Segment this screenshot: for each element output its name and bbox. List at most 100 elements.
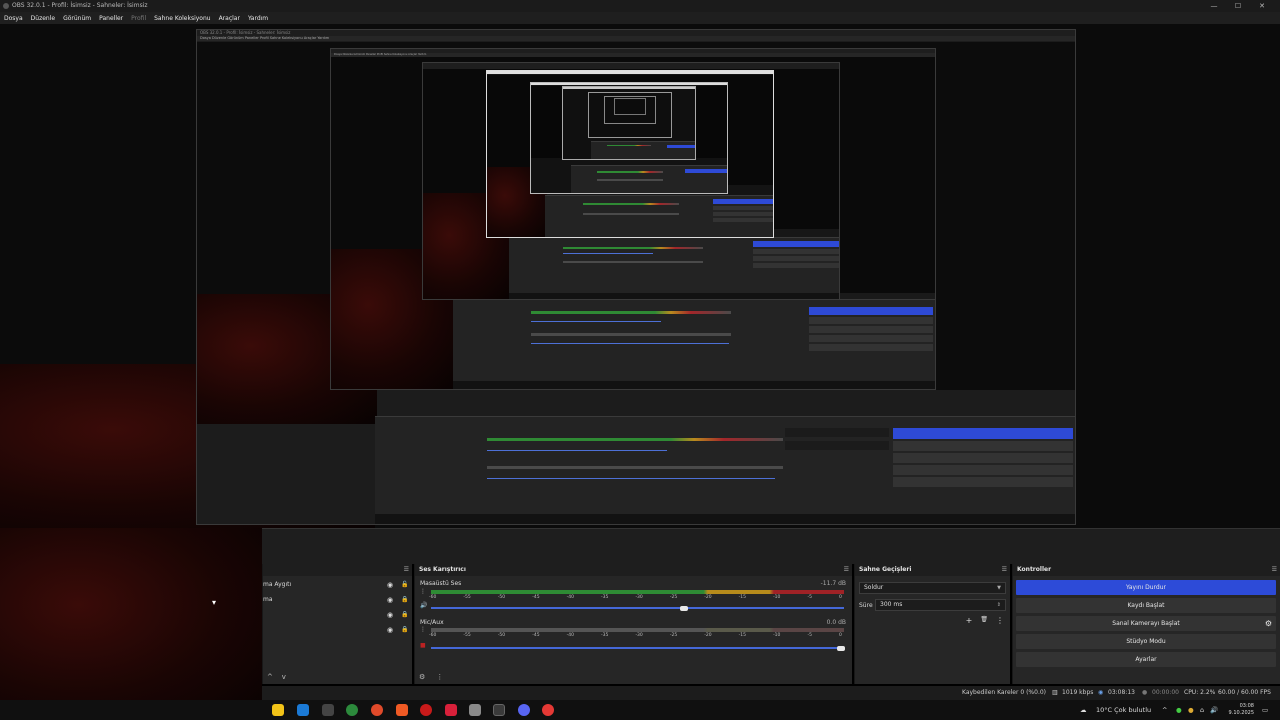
settings-button[interactable]: Ayarlar xyxy=(1016,652,1276,667)
close-button[interactable]: ✕ xyxy=(1250,0,1274,12)
menu-file[interactable]: Dosya xyxy=(4,15,23,22)
start-recording-button[interactable]: Kaydı Başlat xyxy=(1016,598,1276,613)
channel-menu-icon[interactable]: ⋮ xyxy=(420,588,426,595)
files-icon[interactable] xyxy=(469,704,481,716)
opera-icon[interactable] xyxy=(420,704,432,716)
muted-speaker-icon[interactable]: ■ xyxy=(420,642,426,649)
outlook-icon[interactable] xyxy=(297,704,309,716)
dock-menu-icon[interactable]: ☰ xyxy=(404,564,409,576)
meter-ticks: -60 -55 -50 -45 -40 -35 -30 -25 -20 -15 -10 -5 0 xyxy=(429,595,842,600)
transitions-header: Sahne Geçişleri ☰ xyxy=(855,564,1010,576)
network-icon: ▥ xyxy=(1052,689,1058,696)
dock-menu-icon[interactable]: ☰ xyxy=(1002,564,1007,576)
volume-slider[interactable] xyxy=(431,647,844,649)
channel-name: Mic/Aux xyxy=(420,619,444,626)
studio-mode-button[interactable]: Stüdyo Modu xyxy=(1016,634,1276,649)
xbox-icon[interactable] xyxy=(346,704,358,716)
fps: 60.00 / 60.00 FPS xyxy=(1218,689,1271,696)
dock-menu-icon[interactable]: ☰ xyxy=(1272,564,1277,576)
discord-icon[interactable] xyxy=(518,704,530,716)
controls-header: Kontroller ☰ xyxy=(1013,564,1280,576)
system-clock[interactable]: 03:08 9.10.2025 xyxy=(1229,703,1254,717)
move-down-button[interactable]: v xyxy=(282,673,286,681)
transitions-title: Sahne Geçişleri xyxy=(859,566,912,573)
wps-icon[interactable] xyxy=(445,704,457,716)
menu-profile[interactable]: Profil xyxy=(131,15,146,22)
lock-icon[interactable]: 🔒 xyxy=(401,623,408,637)
mixer-menu-button[interactable]: ⋮ xyxy=(436,673,443,681)
stream-time: 03:08:13 xyxy=(1108,689,1135,696)
sources-dock-header: ☰ xyxy=(263,564,412,576)
menu-tools[interactable]: Araçlar xyxy=(219,15,240,22)
chevron-down-icon: ▼ xyxy=(997,585,1001,591)
app-icon[interactable] xyxy=(542,704,554,716)
clock-time: 03:08 xyxy=(1239,703,1254,709)
eye-icon[interactable]: ◉ xyxy=(387,608,393,622)
volume-icon[interactable]: 🔊 xyxy=(1210,700,1218,720)
spin-arrows-icon[interactable]: ⇕ xyxy=(997,600,1001,610)
weather-text[interactable]: 10°C Çok bulutlu xyxy=(1096,700,1151,720)
virtual-camera-label: Sanal Kamerayı Başlat xyxy=(1112,620,1180,627)
add-transition-button[interactable]: + xyxy=(966,616,973,625)
eye-icon[interactable]: ◉ xyxy=(387,623,393,637)
record-time: 00:00:00 xyxy=(1152,689,1179,696)
bitrate: 1019 kbps xyxy=(1062,689,1094,696)
obs-taskbar-icon[interactable] xyxy=(493,704,505,716)
notification-icon[interactable]: ▭ xyxy=(1262,700,1268,720)
volume-knob[interactable] xyxy=(837,646,845,651)
menu-docks[interactable]: Paneller xyxy=(99,15,123,22)
delete-transition-button[interactable]: 🗑 xyxy=(980,616,988,625)
mixer-header: Ses Karıştırıcı ☰ xyxy=(415,564,852,576)
file-explorer-icon[interactable] xyxy=(272,704,284,716)
move-up-button[interactable]: ^ xyxy=(267,673,273,681)
source-item[interactable]: ma Aygıtı ◉ 🔓 xyxy=(263,578,413,592)
mixer-toolbar: ⚙ ⋮ xyxy=(415,670,852,684)
menu-scene-collection[interactable]: Sahne Koleksiyonu xyxy=(154,15,210,22)
maximize-button[interactable]: ☐ xyxy=(1226,0,1250,12)
brave-icon[interactable] xyxy=(396,704,408,716)
minimize-button[interactable]: — xyxy=(1202,0,1226,12)
start-virtual-camera-button[interactable]: Sanal Kamerayı Başlat ⚙ xyxy=(1016,616,1276,631)
sources-dock: ☰ ma Aygıtı ◉ 🔓 ma ◉ 🔒 ◉ 🔒 ◉ 🔒 ^ v xyxy=(262,564,412,684)
cpu-usage: CPU: 2.2% xyxy=(1184,689,1216,696)
meter-ticks: -60 -55 -50 -45 -40 -35 -30 -25 -20 -15 -10 -5 0 xyxy=(429,633,842,638)
tray-app-icon[interactable]: ● xyxy=(1176,700,1182,720)
preview-canvas[interactable]: OBS 32.0.1 - Profil: İsimsiz - Sahneler:… xyxy=(0,24,1280,528)
tray-chevron-icon[interactable]: ^ xyxy=(1162,700,1167,720)
menu-help[interactable]: Yardım xyxy=(248,15,268,22)
speaker-icon[interactable]: 🔊 xyxy=(420,602,427,609)
volume-knob[interactable] xyxy=(679,606,688,611)
menu-edit[interactable]: Düzenle xyxy=(31,15,55,22)
source-item[interactable]: ◉ 🔒 xyxy=(263,608,413,622)
eye-icon[interactable]: ◉ xyxy=(387,593,393,607)
channel-menu-icon[interactable]: ⋮ xyxy=(420,626,426,633)
obs-logo-icon xyxy=(3,3,9,9)
transition-select[interactable]: Soldur ▼ xyxy=(859,582,1006,594)
lock-icon[interactable]: 🔓 xyxy=(401,578,408,592)
window-titlebar: OBS 32.0.1 - Profil: İsimsiz - Sahneler:… xyxy=(0,0,1280,12)
task-view-icon[interactable] xyxy=(322,704,334,716)
source-item[interactable]: ma ◉ 🔒 xyxy=(263,593,413,607)
lock-icon[interactable]: 🔒 xyxy=(401,593,408,607)
duration-spinbox[interactable]: 300 ms ⇕ xyxy=(875,599,1006,611)
network-icon[interactable]: ⌂ xyxy=(1200,700,1204,720)
menu-view[interactable]: Görünüm xyxy=(63,15,91,22)
stop-streaming-button[interactable]: Yayını Durdur xyxy=(1016,580,1276,595)
gear-icon[interactable]: ⚙ xyxy=(1265,616,1272,631)
dock-menu-icon[interactable]: ☰ xyxy=(844,564,849,576)
mixer-settings-button[interactable]: ⚙ xyxy=(419,673,425,681)
eye-icon[interactable]: ◉ xyxy=(387,578,393,592)
transition-menu-button[interactable]: ⋮ xyxy=(996,616,1004,625)
dropped-frames: Kaybedilen Kareler 0 (%0.0) xyxy=(962,689,1047,696)
source-item[interactable]: ◉ 🔒 xyxy=(263,623,413,637)
taskbar: ☁ 10°C Çok bulutlu ^ ● ● ⌂ 🔊 03:08 9.10.… xyxy=(0,700,1280,720)
duration-label: Süre xyxy=(859,602,873,609)
source-label: ma xyxy=(263,596,273,603)
lock-icon[interactable]: 🔒 xyxy=(401,608,408,622)
volume-slider[interactable] xyxy=(431,607,844,609)
chrome-icon[interactable] xyxy=(371,704,383,716)
source-label: ma Aygıtı xyxy=(263,581,292,588)
status-bar: Kaybedilen Kareler 0 (%0.0) ▥ 1019 kbps … xyxy=(262,686,1280,700)
tray-app-icon[interactable]: ● xyxy=(1188,700,1194,720)
record-icon: ● xyxy=(1142,689,1148,696)
